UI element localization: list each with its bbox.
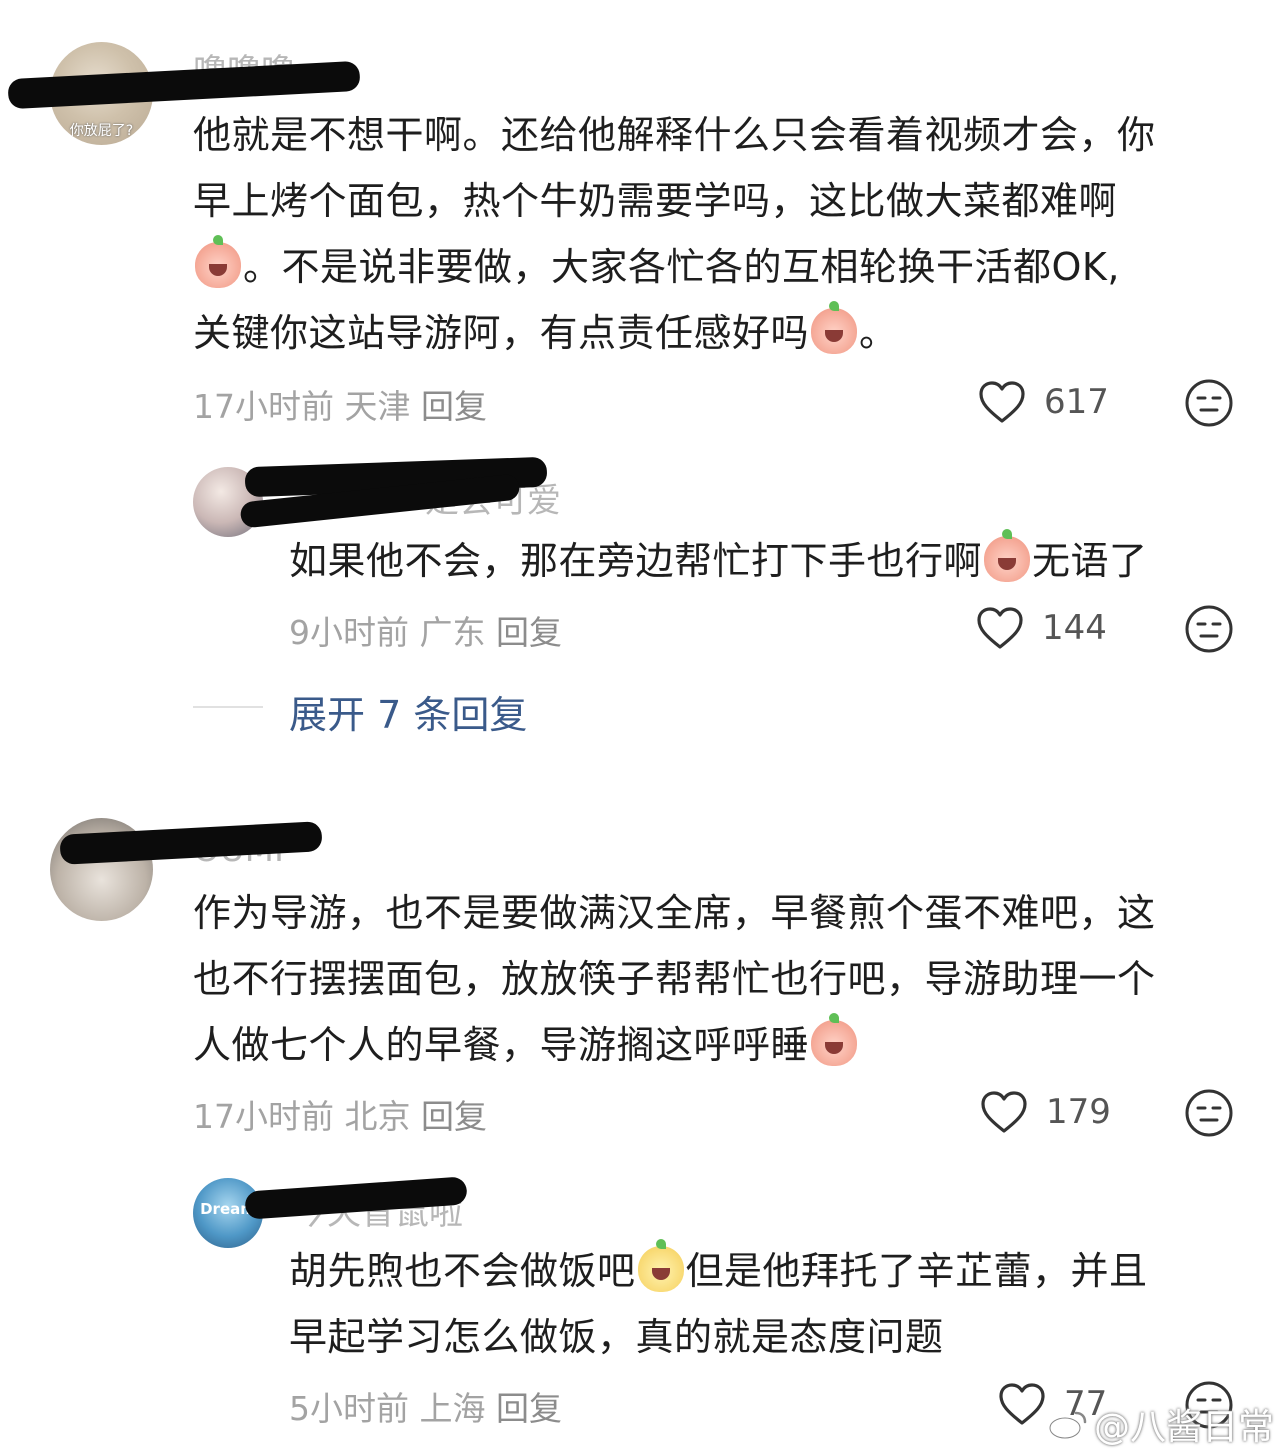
comment-meta: 17小时前 北京 回复 (193, 1090, 487, 1138)
like-count: 617 (1044, 382, 1109, 422)
location: 上海 (419, 1389, 486, 1428)
avatar-caption: 你放屁了? (69, 123, 134, 139)
like-button[interactable]: 179 (980, 1090, 1111, 1134)
comment-line: 关键你这站导游阿，有点责任感好吗。 (193, 300, 1253, 366)
timestamp: 5小时前 (289, 1389, 409, 1428)
like-button[interactable]: 617 (978, 380, 1109, 424)
weibo-logo-icon (1048, 1411, 1087, 1440)
crying-peach-emoji (195, 235, 241, 288)
heart-outline-icon (977, 607, 1023, 649)
comment-line: 早上烤个面包，热个牛奶需要学吗，这比做大菜都难啊 (193, 179, 1118, 223)
expand-replies-link[interactable]: 展开 7 条回复 (289, 684, 527, 739)
comment-line: 作为导游，也不是要做满汉全席，早餐煎个蛋不难吧，这 (193, 891, 1156, 935)
crying-peach-emoji (811, 301, 858, 354)
timestamp: 17小时前 (193, 387, 334, 426)
comment-meta: 9小时前 广东 回复 (289, 606, 562, 654)
heart-outline-icon (979, 381, 1025, 423)
comment-text: 胡先煦也不会做饭吧 但是他拜托了辛芷蕾，并且 早起学习怎么做饭，真的就是态度问题 (289, 1238, 1249, 1370)
location: 广东 (419, 613, 486, 652)
comment-text: 他就是不想干啊。还给他解释什么只会看着视频才会，你 早上烤个面包，热个牛奶需要学… (193, 102, 1253, 366)
neutral-face-icon[interactable] (1184, 604, 1234, 654)
location: 天津 (344, 387, 411, 426)
comment-line: 早起学习怎么做饭，真的就是态度问题 (289, 1315, 944, 1359)
heart-outline-icon (999, 1383, 1045, 1425)
comment-line: 也不行摆摆面包，放放筷子帮帮忙也行吧，导游助理一个 (193, 957, 1156, 1001)
heart-outline-icon (981, 1091, 1027, 1133)
watermark: @八酱日常 (1048, 1398, 1274, 1450)
crying-peach-emoji (811, 1013, 858, 1066)
comment-line: 如果他不会，那在旁边帮忙打下手也行啊 无语了 (289, 528, 1249, 594)
watermark-text: @八酱日常 (1093, 1407, 1274, 1448)
comment-meta: 5小时前 上海 回复 (289, 1382, 562, 1430)
like-count: 144 (1042, 608, 1107, 648)
reply-button[interactable]: 回复 (421, 1097, 487, 1136)
like-count: 179 (1046, 1092, 1111, 1132)
divider (193, 706, 263, 708)
comment-line: 他就是不想干啊。还给他解释什么只会看着视频才会，你 (193, 113, 1156, 157)
neutral-face-icon[interactable] (1184, 1088, 1234, 1138)
comment-text: 如果他不会，那在旁边帮忙打下手也行啊 无语了 (289, 528, 1249, 594)
reply-button[interactable]: 回复 (421, 387, 487, 426)
timestamp: 9小时前 (289, 613, 409, 652)
reply-button[interactable]: 回复 (496, 1389, 562, 1428)
comment-line: 人做七个人的早餐，导游搁这呼呼睡 (193, 1012, 1253, 1078)
neutral-face-icon[interactable] (1184, 378, 1234, 428)
location: 北京 (344, 1097, 411, 1136)
comment-meta: 17小时前 天津 回复 (193, 380, 487, 428)
reply-button[interactable]: 回复 (496, 613, 562, 652)
comment-line: 。不是说非要做，大家各忙各的互相轮换干活都OK, (193, 234, 1253, 300)
happy-peach-emoji (637, 1239, 684, 1292)
comment-line: 胡先煦也不会做饭吧 但是他拜托了辛芷蕾，并且 (289, 1238, 1249, 1304)
crying-peach-emoji (984, 529, 1031, 582)
like-button[interactable]: 144 (976, 606, 1107, 650)
timestamp: 17小时前 (193, 1097, 334, 1136)
comment-text: 作为导游，也不是要做满汉全席，早餐煎个蛋不难吧，这 也不行摆摆面包，放放筷子帮帮… (193, 880, 1253, 1078)
